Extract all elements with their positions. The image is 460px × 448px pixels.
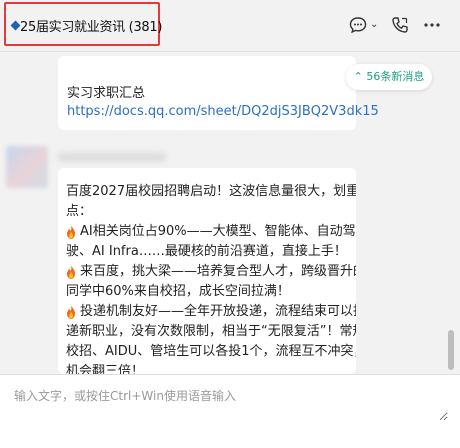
message-line: 递新职业，没有次数限制，相当于“无限复活”！常规 [66,324,356,339]
message-text: 投递机制友好——全年开放投递，流程结束可以投 [80,304,356,319]
fire-icon [67,225,75,239]
message-input-area [0,374,460,448]
message-line: 机会翻三倍！ [66,364,145,374]
message-bubble: 实习求职汇总 https://docs.qq.com/sheet/DQ2djS3… [58,56,379,130]
message-line-with-icon: 投递机制友好——全年开放投递，流程结束可以投 [58,302,356,322]
message-line: 点： [66,204,93,219]
message-text: AI相关岗位占90%——大模型、智能体、自动驾 [80,224,356,239]
message-input[interactable] [8,381,448,421]
message-text: 来百度，挑大梁——培养复合型人才，跨级晋升的 [80,264,356,279]
chat-title[interactable]: 25届实习就业资讯 (381) [20,16,162,35]
chat-bubble-icon[interactable] [348,15,368,35]
message-line: 校招、AIDU、管培生可以各投1个，流程互不冲突， [66,344,356,359]
new-messages-badge[interactable]: ⌃ 56条新消息 [346,64,432,90]
avatar[interactable] [6,146,48,188]
more-icon[interactable] [422,15,442,35]
fire-icon [67,265,75,279]
chevron-down-icon[interactable]: ⌄ [370,19,378,30]
scrollbar[interactable] [448,330,454,370]
new-messages-label: 56条新消息 [366,70,425,83]
message-bubble: 百度2027届校园招聘启动！这波信息量很大，划重 点： AI相关岗位占90%——… [58,168,356,374]
sender-name [58,152,166,162]
chat-header: 25届实习就业资讯 (381) ⌄ [0,0,460,52]
message-line: 驶、AI Infra……最硬核的前沿赛道，直接上手！ [66,244,347,259]
message-line-with-icon: AI相关岗位占90%——大模型、智能体、自动驾 [58,222,356,242]
message-line: 百度2027届校园招聘启动！这波信息量很大，划重 [66,184,356,199]
message-line-with-icon: 来百度，挑大梁——培养复合型人才，跨级晋升的 [58,262,356,282]
message-link[interactable]: https://docs.qq.com/sheet/DQ2djS3JBQ2V3d… [67,102,379,122]
group-diamond-icon [10,20,21,31]
chat-title-highlight: 25届实习就业资讯 (381) [4,2,162,46]
message-line: 同学中60%来自校招，成长空间拉满！ [66,284,290,299]
phone-icon[interactable] [390,15,410,35]
fire-icon [67,305,75,319]
double-chevron-up-icon: ⌃ [353,70,363,83]
message-text: 实习求职汇总 [67,86,146,101]
